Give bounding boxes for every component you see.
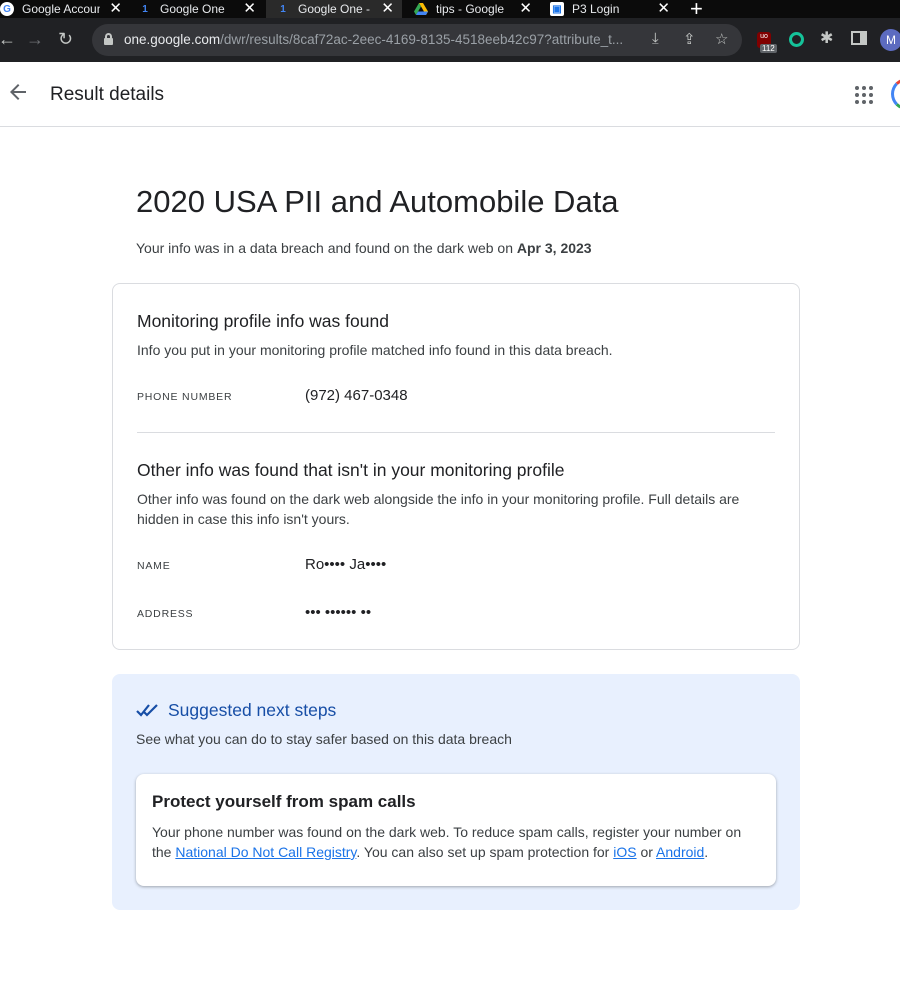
- section-divider: [137, 432, 775, 433]
- app-header: Result details: [0, 62, 900, 127]
- address-bar[interactable]: one.google.com/dwr/results/8caf72ac-2eec…: [92, 24, 742, 56]
- monitoring-description: Info you put in your monitoring profile …: [137, 342, 613, 358]
- breach-date: Apr 3, 2023: [516, 240, 592, 256]
- account-avatar[interactable]: [891, 78, 900, 110]
- bookmark-star-icon[interactable]: ☆: [715, 30, 728, 48]
- browser-toolbar: ← → ↻ one.google.com/dwr/results/8caf72a…: [0, 18, 900, 62]
- address-value: ••• •••••• ••: [305, 604, 372, 621]
- phone-label: PHONE NUMBER: [137, 391, 233, 403]
- next-steps-panel: Suggested next steps See what you can do…: [112, 674, 800, 910]
- breach-subtitle: Your info was in a data breach and found…: [136, 240, 592, 256]
- extension-badge: 112: [760, 44, 777, 53]
- found-info-card: Monitoring profile info was found Info y…: [112, 283, 800, 650]
- grammarly-extension-icon[interactable]: [789, 32, 804, 47]
- back-arrow-icon[interactable]: [8, 82, 30, 106]
- close-tab-icon[interactable]: ✕: [109, 0, 122, 17]
- tab-title: P3 Login: [572, 2, 620, 16]
- spam-calls-card: Protect yourself from spam calls Your ph…: [136, 774, 776, 886]
- browser-tab[interactable]: 1 Google One ✕: [138, 0, 264, 18]
- google-drive-favicon-icon: [414, 2, 428, 16]
- spam-calls-title: Protect yourself from spam calls: [152, 792, 416, 811]
- google-one-favicon-icon: 1: [280, 3, 286, 15]
- p3-favicon-icon: ▣: [550, 2, 564, 16]
- browser-tab[interactable]: ▣ P3 Login ✕: [542, 0, 678, 18]
- google-one-favicon-icon: 1: [142, 3, 148, 15]
- page-title: Result details: [50, 84, 165, 105]
- browser-tab-strip: G Google Account ✕ 1 Google One ✕ 1 Goog…: [0, 0, 900, 18]
- share-icon[interactable]: ⇪: [683, 30, 696, 48]
- close-tab-icon[interactable]: ✕: [381, 0, 394, 17]
- close-tab-icon[interactable]: ✕: [657, 0, 670, 17]
- side-panel-icon[interactable]: [851, 31, 867, 49]
- spam-calls-text: Your phone number was found on the dark …: [152, 824, 742, 860]
- other-info-description: Other info was found on the dark web alo…: [137, 491, 740, 527]
- install-icon[interactable]: ⤓: [652, 30, 659, 47]
- lock-icon: [104, 33, 113, 45]
- tab-title: Google One -: [298, 2, 371, 16]
- tab-title: Google One: [160, 2, 225, 16]
- breach-title: 2020 USA PII and Automobile Data: [136, 184, 619, 219]
- android-link[interactable]: Android: [656, 844, 704, 860]
- double-check-icon: [136, 702, 160, 718]
- ios-link[interactable]: iOS: [613, 844, 636, 860]
- do-not-call-registry-link[interactable]: National Do Not Call Registry: [175, 844, 356, 860]
- browser-tab[interactable]: G Google Account ✕: [0, 0, 130, 18]
- reload-icon[interactable]: ↻: [58, 28, 73, 50]
- monitoring-heading: Monitoring profile info was found: [137, 311, 389, 331]
- forward-icon[interactable]: →: [26, 28, 44, 50]
- profile-avatar[interactable]: M: [880, 29, 900, 51]
- close-tab-icon[interactable]: ✕: [243, 0, 256, 17]
- close-tab-icon[interactable]: ✕: [519, 0, 532, 17]
- name-value: Ro•••• Ja••••: [305, 556, 387, 573]
- browser-tab[interactable]: tips - Google ✕: [404, 0, 540, 18]
- next-steps-description: See what you can do to stay safer based …: [136, 731, 512, 747]
- url-text[interactable]: one.google.com/dwr/results/8caf72ac-2eec…: [124, 32, 644, 47]
- tab-title: Google Account: [22, 2, 100, 16]
- new-tab-icon[interactable]: +: [690, 0, 703, 18]
- other-info-heading: Other info was found that isn't in your …: [137, 460, 565, 480]
- google-apps-icon[interactable]: [855, 86, 873, 104]
- name-label: NAME: [137, 560, 171, 572]
- back-icon[interactable]: ←: [0, 28, 16, 50]
- tab-title: tips - Google: [436, 2, 505, 16]
- next-steps-title: Suggested next steps: [168, 700, 337, 720]
- extensions-puzzle-icon[interactable]: ✱: [820, 31, 833, 47]
- address-label: ADDRESS: [137, 608, 194, 620]
- browser-tab-active[interactable]: 1 Google One - ✕: [266, 0, 402, 18]
- google-favicon-icon: G: [0, 2, 14, 16]
- phone-value: (972) 467-0348: [305, 387, 408, 404]
